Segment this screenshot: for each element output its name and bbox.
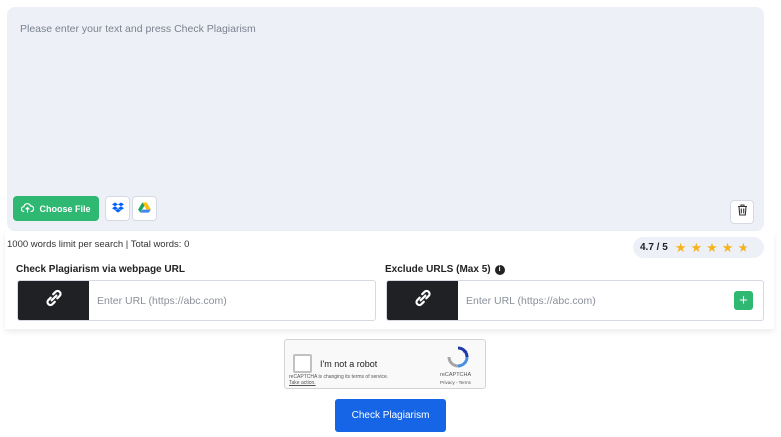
link-tile — [18, 281, 89, 320]
url-check-label: Check Plagiarism via webpage URL — [16, 264, 185, 275]
recaptcha-privacy-terms[interactable]: Privacy - Terms — [440, 380, 471, 385]
exclude-url-field: + — [386, 280, 764, 321]
choose-file-label: Choose File — [39, 203, 91, 214]
url-check-label-text: Check Plagiarism via webpage URL — [16, 264, 185, 275]
recaptcha-brand: reCAPTCHA — [440, 372, 472, 378]
word-limit-text: 1000 words limit per search | Total word… — [7, 239, 190, 250]
google-drive-icon — [138, 200, 151, 218]
exclude-urls-label: Exclude URLS (Max 5) i — [385, 264, 505, 275]
webpage-url-input[interactable] — [89, 281, 375, 320]
info-icon[interactable]: i — [494, 264, 505, 275]
link-tile — [387, 281, 458, 320]
recaptcha-widget: I'm not a robot reCAPTCHA is changing it… — [284, 339, 486, 389]
exclude-url-input[interactable] — [458, 281, 734, 320]
trash-icon — [737, 203, 748, 221]
cloud-upload-icon — [21, 202, 35, 215]
editor-placeholder: Please enter your text and press Check P… — [20, 23, 256, 35]
rating-badge: 4.7 / 5 ★ ★ ★ ★ ★ — [633, 237, 764, 258]
link-icon — [414, 289, 432, 312]
text-editor[interactable]: Please enter your text and press Check P… — [7, 7, 764, 231]
link-icon — [45, 289, 63, 312]
clear-text-button[interactable] — [730, 200, 754, 224]
star-icon: ★ — [706, 240, 718, 255]
rating-value: 4.7 / 5 — [640, 242, 668, 253]
half-star-icon: ★ — [737, 240, 750, 255]
dropbox-icon — [111, 200, 124, 218]
recaptcha-take-action-link[interactable]: Take action. — [289, 380, 388, 386]
recaptcha-note: reCAPTCHA is changing its terms of servi… — [289, 374, 388, 386]
recaptcha-checkbox[interactable] — [293, 354, 312, 373]
dropbox-button[interactable] — [105, 196, 130, 221]
url-check-field — [17, 280, 376, 321]
choose-file-button[interactable]: Choose File — [13, 196, 99, 221]
exclude-urls-label-text: Exclude URLS (Max 5) — [385, 264, 491, 275]
plagiarism-checker-page: Please enter your text and press Check P… — [0, 0, 781, 437]
add-exclude-url-button[interactable]: + — [734, 291, 753, 310]
google-drive-button[interactable] — [132, 196, 157, 221]
star-icon: ★ — [674, 240, 687, 255]
recaptcha-logo-icon — [447, 346, 469, 368]
check-plagiarism-button[interactable]: Check Plagiarism — [335, 399, 446, 432]
star-icon: ★ — [690, 240, 703, 255]
star-icon: ★ — [721, 240, 734, 255]
recaptcha-label: I'm not a robot — [320, 359, 378, 369]
